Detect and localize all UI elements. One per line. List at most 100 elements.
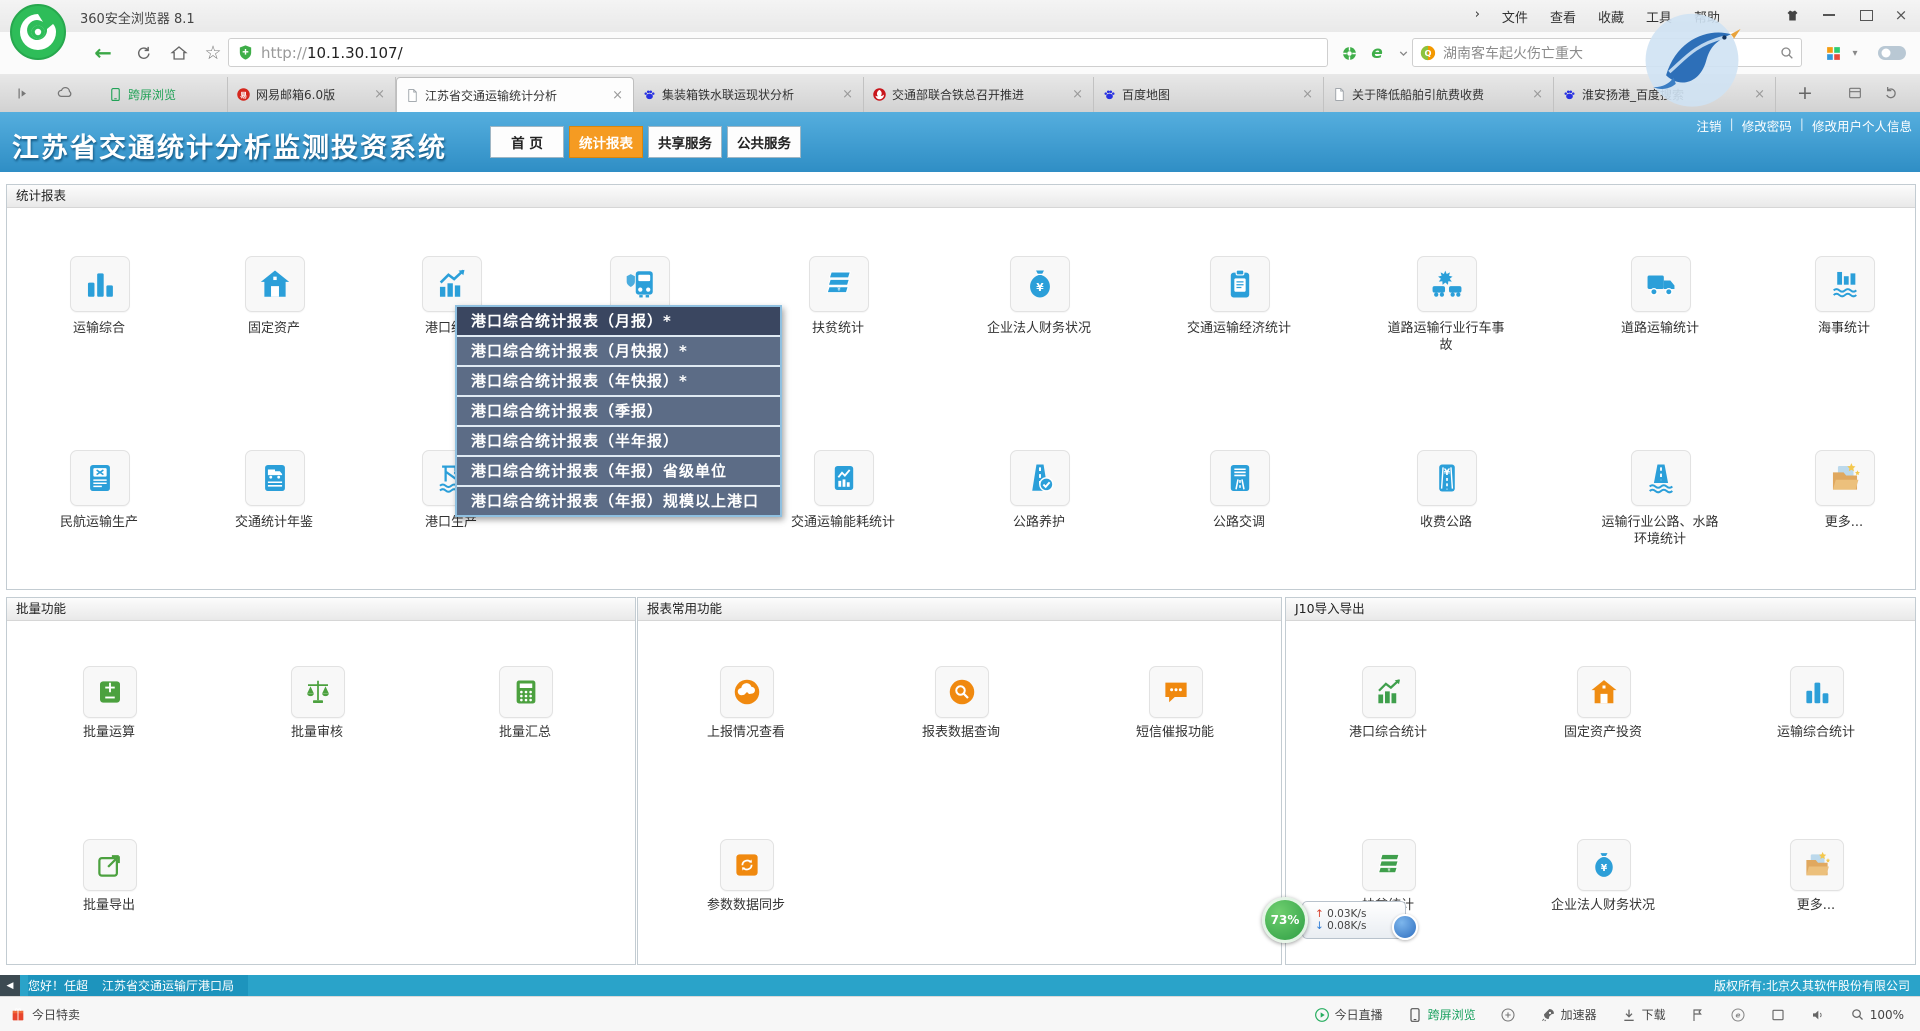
panel-tile-固定资产投资[interactable] [1577,666,1631,718]
panel-tile-批量审核[interactable] [291,666,345,718]
grid-tile-道路运输统计[interactable] [1631,256,1691,312]
taskbar-zoom-control[interactable]: 100% [1850,1007,1904,1022]
dropdown-item-5[interactable]: 港口综合统计报表（半年报） [457,427,780,457]
daily-deals-button[interactable]: 今日特卖 [10,1006,80,1023]
grid-tile-运输综合[interactable] [70,256,130,312]
tab-close-icon[interactable]: × [372,87,387,102]
session-sync-button[interactable] [52,80,78,106]
grid-tile-海事统计[interactable] [1815,256,1875,312]
taskbar-item-跨屏浏览[interactable]: 跨屏浏览 [1407,1006,1476,1023]
dropdown-item-6[interactable]: 港口综合统计报表（年报）省级单位 [457,457,780,487]
taskbar-item-今日直播[interactable]: 今日直播 [1314,1006,1383,1023]
tab-close-icon[interactable]: × [1752,87,1767,102]
panel-tile-报表数据查询[interactable] [935,666,989,718]
grid-tile-固定资产[interactable] [245,256,305,312]
taskbar-item-browser-e[interactable]: e [1730,1007,1746,1023]
menu-expander-icon[interactable]: › [1475,7,1480,26]
dropdown-item-3[interactable]: 港口综合统计报表（年快报）* [457,367,780,397]
site-nav-统计报表[interactable]: 统计报表 [569,126,643,158]
speed-dial-button[interactable] [1820,40,1846,66]
taskbar-item-circle-plus[interactable] [1500,1007,1516,1023]
panel-tile-上报情况查看[interactable] [720,666,774,718]
user-link-3[interactable]: 修改用户个人信息 [1812,116,1912,135]
grid-tile-企业法人财务状况[interactable]: ¥ [1010,256,1070,312]
dropdown-item-4[interactable]: 港口综合统计报表（季报） [457,397,780,427]
grid-tile-bus[interactable] [610,256,670,312]
panel-tile-批量运算[interactable] [83,666,137,718]
tab-list-button[interactable] [1842,80,1868,106]
taskbar-item-下载[interactable]: 下载 [1621,1006,1666,1023]
dropdown-item-7[interactable]: 港口综合统计报表（年报）规模以上港口 [457,487,780,515]
search-input[interactable]: Q 湖南客车起火伤亡重大 [1412,38,1802,67]
extension-wheel-button[interactable] [1336,40,1362,66]
taskbar-item-flag[interactable] [1690,1007,1706,1023]
favorites-button[interactable]: ☆ [200,40,226,66]
grid-tile-交通运输经济统计[interactable] [1210,256,1270,312]
menubar-item-查看[interactable]: 查看 [1550,7,1576,26]
taskbar-item-speaker[interactable] [1810,1007,1826,1023]
reload-button[interactable] [130,40,156,66]
menubar-item-工具[interactable]: 工具 [1646,7,1672,26]
grid-tile-运输行业公路、水路环境统计[interactable] [1631,450,1691,506]
tab-5[interactable]: 交通部联合铁总召开推进× [864,77,1094,112]
grid-tile-收费公路[interactable]: ¥ [1417,450,1477,506]
speed-percent-ball[interactable]: 73% [1262,897,1308,943]
tab-2[interactable]: 易网易邮箱6.0版× [228,77,396,112]
menubar-item-收藏[interactable]: 收藏 [1598,7,1624,26]
tab-close-icon[interactable]: × [1070,87,1085,102]
site-nav-首页[interactable]: 首 页 [490,126,564,158]
grid-tile-交通统计年鉴[interactable] [245,450,305,506]
tab-close-icon[interactable]: × [840,87,855,102]
panel-tile-短信催报功能[interactable] [1149,666,1203,718]
tab-8[interactable]: 淮安扬港_百度搜索× [1554,77,1776,112]
grid-tile-民航运输生产[interactable] [70,450,130,506]
site-nav-共享服务[interactable]: 共享服务 [648,126,722,158]
panel-tile-运输综合统计[interactable] [1790,666,1844,718]
footer-collapse-button[interactable]: ◀ [0,975,20,996]
grid-tile-公路交调[interactable] [1210,450,1270,506]
panel-tile-港口综合统计[interactable] [1362,666,1416,718]
tab-close-icon[interactable]: × [1530,87,1545,102]
search-magnifier-icon[interactable] [1779,45,1795,61]
minimize-button[interactable] [1812,0,1846,30]
site-nav-公共服务[interactable]: 公共服务 [727,126,801,158]
new-tab-button[interactable]: + [1792,80,1818,106]
skin-button[interactable] [1775,0,1809,30]
tab-collapse-button[interactable] [10,80,36,106]
speed-widget[interactable]: 73% ↑ 0.03K/s ↓ 0.08K/s [1262,897,1418,943]
site-shield-icon[interactable] [237,44,254,61]
grid-tile-交通运输能耗统计[interactable] [814,450,874,506]
panel-tile-企业法人财务状况[interactable]: ¥ [1577,839,1631,891]
grid-tile-道路运输行业行车事故[interactable] [1417,256,1477,312]
close-button[interactable]: × [1884,0,1918,30]
compat-mode-button[interactable]: e [1364,40,1390,66]
grid-tile-港口统计[interactable] [422,256,482,312]
dropdown-item-1[interactable]: 港口综合统计报表（月报）* [457,307,780,337]
tab-1[interactable]: 跨屏浏览 [100,77,228,112]
user-link-2[interactable]: 修改密码 [1742,116,1792,135]
tab-6[interactable]: 百度地图× [1094,77,1324,112]
grid-tile-更多...[interactable] [1815,450,1875,506]
home-button[interactable] [166,40,192,66]
menubar-item-帮助[interactable]: 帮助 [1694,7,1720,26]
back-button[interactable]: ← [90,40,116,66]
grid-tile-扶贫统计[interactable]: ¥ [809,256,869,312]
tab-4[interactable]: 集装箱铁水联运现状分析× [634,77,864,112]
maximize-button[interactable] [1849,0,1883,30]
panel-tile-批量汇总[interactable] [499,666,553,718]
tab-3[interactable]: 江苏省交通运输统计分析× [396,77,634,112]
panel-tile-扶贫统计[interactable]: ¥ [1362,839,1416,891]
tab-close-icon[interactable]: × [610,88,625,103]
user-link-1[interactable]: 注销 [1697,116,1722,135]
login-button[interactable] [1872,40,1912,66]
tab-close-icon[interactable]: × [1300,87,1315,102]
browser-logo-icon[interactable] [8,2,68,62]
reopen-closed-tab-button[interactable] [1878,80,1904,106]
grid-tile-公路养护[interactable] [1010,450,1070,506]
search-engine-logo-icon[interactable]: Q [1419,44,1437,62]
url-input[interactable]: http://10.1.30.107/ [228,38,1328,67]
tab-7[interactable]: 关于降低船舶引航费收费× [1324,77,1554,112]
dropdown-item-2[interactable]: 港口综合统计报表（月快报）* [457,337,780,367]
menubar-item-文件[interactable]: 文件 [1502,7,1528,26]
taskbar-item-加速器[interactable]: 加速器 [1540,1006,1597,1023]
